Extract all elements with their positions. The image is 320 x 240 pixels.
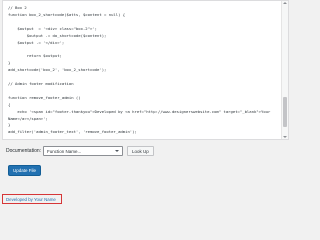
code-text[interactable]: // Box 2 function box_2_shortcode($atts,…	[8, 5, 270, 139]
documentation-label: Documentation:	[6, 148, 42, 154]
admin-footer-highlight: Developed by Your Name	[2, 194, 62, 204]
function-name-select-value: Function Name...	[47, 148, 82, 154]
editor-scrollbar[interactable]	[281, 1, 288, 139]
scrollbar-thumb[interactable]	[283, 97, 287, 127]
function-name-select[interactable]: Function Name...	[43, 146, 124, 156]
scroll-up-arrow-icon[interactable]	[283, 2, 287, 4]
scroll-down-arrow-icon[interactable]	[283, 136, 287, 138]
documentation-row: Documentation: Function Name... Look Up	[6, 145, 154, 157]
chevron-down-icon	[115, 150, 120, 152]
look-up-button-label: Look Up	[132, 148, 149, 154]
update-file-button[interactable]: Update File	[8, 165, 42, 176]
update-file-button-label: Update File	[13, 168, 37, 173]
code-editor[interactable]: // Box 2 function box_2_shortcode($atts,…	[2, 0, 289, 140]
theme-editor-page: // Box 2 function box_2_shortcode($atts,…	[0, 0, 300, 210]
footer-developer-link[interactable]: Developed by Your Name	[6, 197, 56, 202]
look-up-button[interactable]: Look Up	[127, 146, 154, 156]
